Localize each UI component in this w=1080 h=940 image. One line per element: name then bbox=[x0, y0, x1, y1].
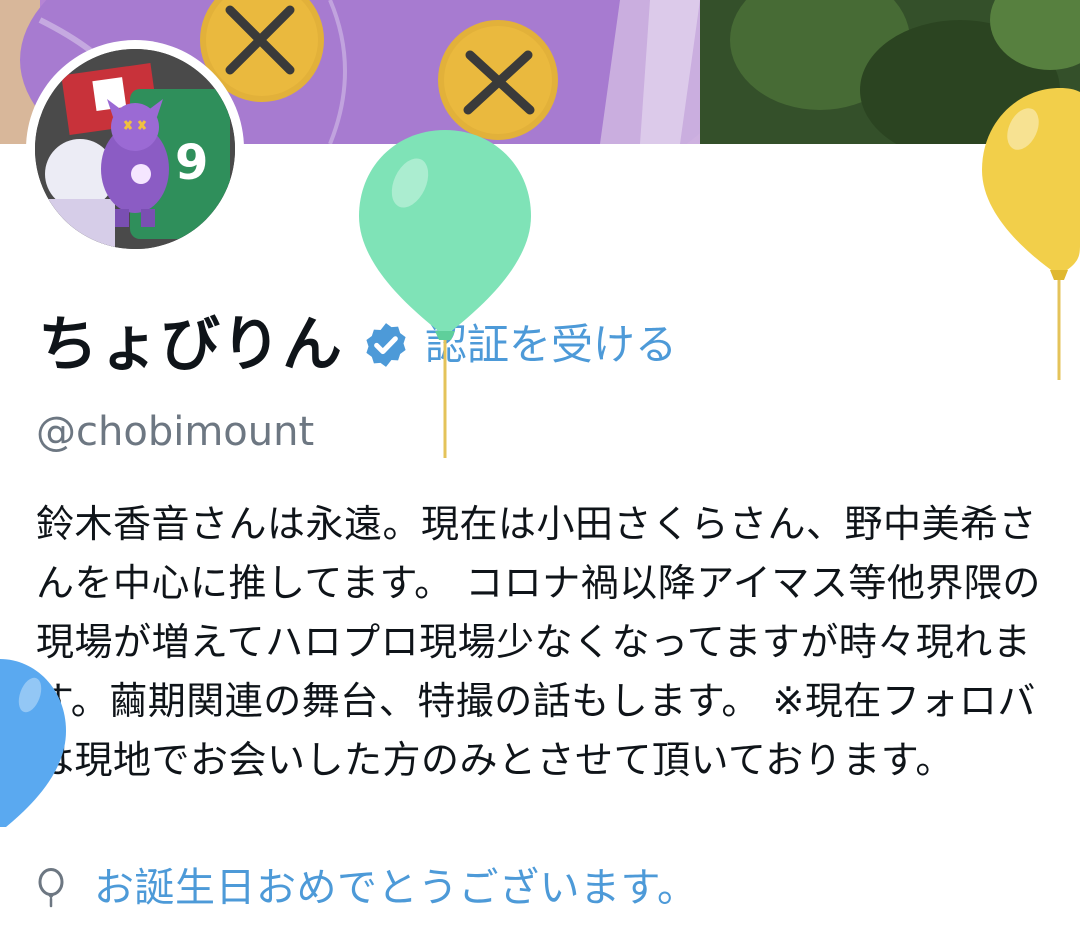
birthday-row: お誕生日おめでとうございます。 bbox=[36, 868, 698, 908]
profile-page: 9 ちょびりん 認証を受ける @chobimount 鈴木香音さんは永遠。現在は… bbox=[0, 0, 1080, 940]
avatar-image: 9 bbox=[35, 49, 235, 249]
verified-badge-icon[interactable] bbox=[361, 320, 411, 370]
avatar-number-glyph: 9 bbox=[175, 135, 208, 191]
profile-bio: 鈴木香音さんは永遠。現在は小田さくらさん、野中美希さんを中心に推してます。 コロ… bbox=[36, 502, 1041, 782]
display-name: ちょびりん bbox=[38, 310, 343, 380]
name-row: ちょびりん 認証を受ける bbox=[38, 305, 677, 385]
balloon-icon bbox=[38, 868, 64, 908]
get-verified-link[interactable]: 認証を受ける bbox=[425, 324, 677, 366]
green-balloon-decoration bbox=[359, 130, 531, 458]
avatar-graphic: 9 bbox=[35, 49, 235, 249]
avatar[interactable]: 9 bbox=[26, 40, 244, 258]
birthday-message: お誕生日おめでとうございます。 bbox=[94, 865, 698, 911]
username-handle: @chobimount bbox=[36, 409, 315, 455]
